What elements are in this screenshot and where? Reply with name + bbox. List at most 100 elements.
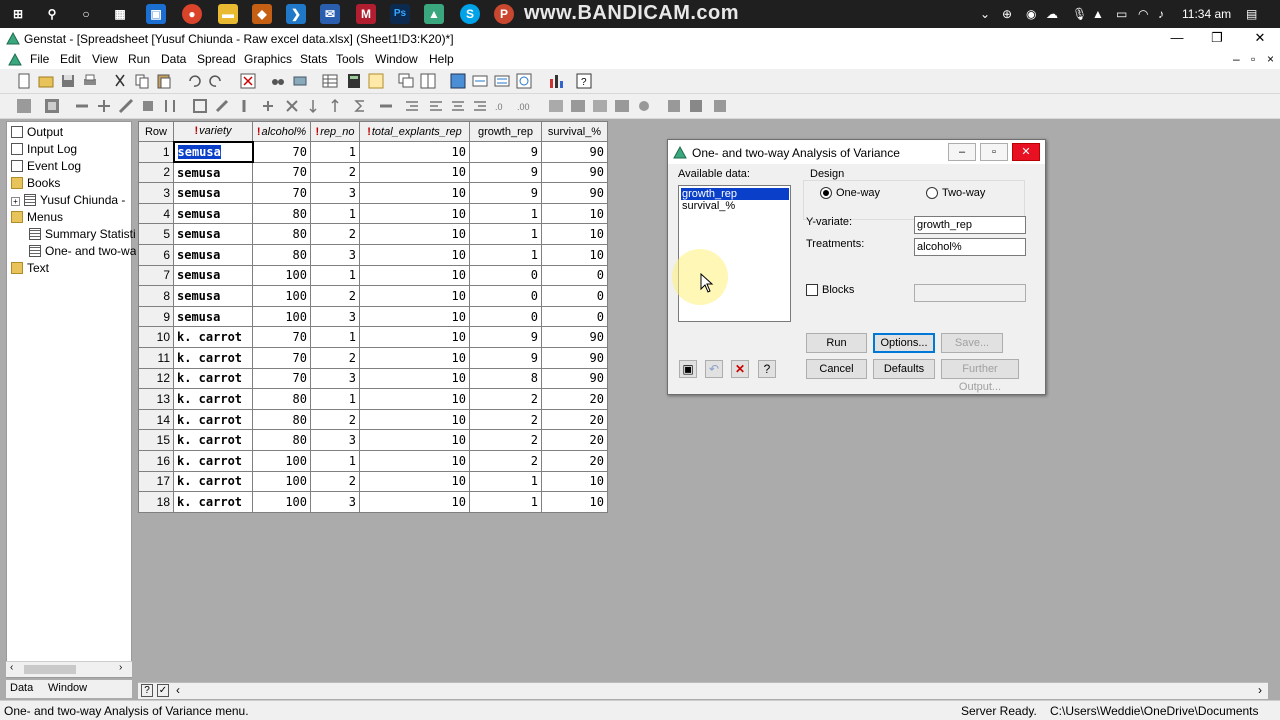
number-cell[interactable]: 1 [469,223,542,245]
number-cell[interactable]: 100 [252,449,311,472]
number-cell[interactable]: 80 [252,388,311,410]
skype-icon[interactable]: S [460,4,480,24]
number-cell[interactable]: 2 [310,470,360,493]
menu-view[interactable]: View [92,52,118,66]
minimize-button[interactable]: — [1162,30,1192,46]
variety-cell[interactable]: semusa [173,285,253,307]
tree-item-books[interactable]: Books [11,176,60,190]
number-cell[interactable]: 100 [252,491,311,513]
table-row[interactable]: 8 semusa 100 2 10 0 0 [138,285,608,307]
number-cell[interactable]: 10 [359,491,470,513]
menu-edit[interactable]: Edit [60,52,81,66]
sheet-convert-icon[interactable] [44,98,60,114]
table-row[interactable]: 16 k. carrot 100 1 10 2 20 [138,449,608,472]
menu-tools[interactable]: Tools [336,52,364,66]
column-header-survival[interactable]: survival_% [541,121,608,142]
number-cell[interactable]: 3 [310,367,360,390]
number-cell[interactable]: 10 [359,326,470,348]
table-row[interactable]: 2 semusa 70 2 10 9 90 [138,161,608,184]
battery-icon[interactable]: ▭ [1116,7,1127,21]
spreadsheet-grid[interactable]: Row !variety !alcohol% !rep_no !total_ex… [138,121,608,513]
grid-merge-icon[interactable] [592,98,608,114]
export-sheet-icon[interactable] [712,98,728,114]
row-number-cell[interactable]: 15 [138,429,174,451]
number-cell[interactable]: 70 [252,367,311,390]
variety-cell[interactable]: k. carrot [173,388,253,410]
number-cell[interactable]: 90 [541,182,608,204]
table-row[interactable]: 1 semusa 70 1 10 9 90 [138,140,608,164]
number-cell[interactable]: 90 [541,326,608,348]
number-cell[interactable]: 20 [541,388,608,410]
number-cell[interactable]: 2 [469,449,542,472]
twoway-label[interactable]: Two-way [942,187,985,199]
row-number-cell[interactable]: 4 [138,202,174,225]
navigation-scrollbar[interactable]: ‹ › [6,661,132,677]
tab-window[interactable]: Window [48,682,87,694]
number-cell[interactable]: 2 [310,161,360,184]
sheet-scroll-left-icon[interactable]: ‹ [176,683,180,697]
number-cell[interactable]: 10 [359,182,470,204]
tab-data[interactable]: Data [10,682,33,694]
store-icon[interactable]: ▣ [146,4,166,24]
column-header-variety[interactable]: !variety [173,121,253,142]
number-cell[interactable]: 0 [541,285,608,307]
file-explorer-icon[interactable]: ▬ [218,4,238,24]
maximize-button[interactable]: ❐ [1202,30,1232,46]
menu-graphics[interactable]: Graphics [244,52,292,66]
table-row[interactable]: 14 k. carrot 80 2 10 2 20 [138,408,608,431]
open-folder-icon[interactable] [38,73,54,89]
variety-cell[interactable]: semusa [173,305,253,328]
copy-sheet-icon[interactable] [666,98,682,114]
variety-cell[interactable]: k. carrot [173,449,253,472]
row-number-cell[interactable]: 13 [138,388,174,410]
yvariate-field[interactable]: growth_rep [914,216,1026,234]
calculator-icon[interactable] [346,73,362,89]
number-cell[interactable]: 1 [310,264,360,287]
number-cell[interactable]: 80 [252,408,311,431]
number-cell[interactable]: 9 [469,326,542,348]
wifi-icon[interactable]: ◠ [1138,7,1148,21]
number-cell[interactable]: 1 [310,202,360,225]
mdi-close-button[interactable]: × [1267,52,1274,66]
sort-descending-icon[interactable] [330,98,346,114]
table-row[interactable]: 15 k. carrot 80 3 10 2 20 [138,429,608,451]
window-cascade-icon[interactable] [398,73,414,89]
sort-ascending-icon[interactable] [308,98,324,114]
variety-cell[interactable]: semusa [173,264,253,287]
table-row[interactable]: 18 k. carrot 100 3 10 1 10 [138,491,608,513]
number-cell[interactable]: 10 [359,305,470,328]
genstat-menu-icon[interactable] [8,52,22,66]
row-number-cell[interactable]: 12 [138,367,174,390]
redo-icon[interactable] [208,73,224,89]
log-window-icon[interactable] [494,73,510,89]
number-cell[interactable]: 10 [359,202,470,225]
grid-insert-icon[interactable] [548,98,564,114]
edit-icon[interactable] [214,98,230,114]
copy-icon[interactable] [134,73,150,89]
table-row[interactable]: 9 semusa 100 3 10 0 0 [138,305,608,328]
grid-delete-icon[interactable] [570,98,586,114]
number-cell[interactable]: 0 [469,285,542,307]
app-icon-orange[interactable]: ◆ [252,4,272,24]
treatments-field[interactable]: alcohol% [914,238,1026,256]
drive-icon[interactable]: ▲ [1092,7,1104,21]
number-cell[interactable]: 20 [541,408,608,431]
number-cell[interactable]: 100 [252,264,311,287]
variety-cell[interactable]: k. carrot [173,326,253,348]
menu-data[interactable]: Data [161,52,186,66]
tray-app-icon[interactable]: ⊕ [1002,7,1012,21]
tree-item-input-log[interactable]: Input Log [11,142,77,156]
number-cell[interactable]: 1 [310,449,360,472]
scroll-left-icon[interactable]: ‹ [10,662,13,673]
find-icon[interactable] [270,73,286,89]
number-cell[interactable]: 90 [541,141,608,163]
variety-cell[interactable]: semusa [173,202,253,225]
number-cell[interactable]: 9 [469,141,542,163]
number-cell[interactable]: 100 [252,285,311,307]
row-number-cell[interactable]: 14 [138,408,174,431]
clock[interactable]: 11:34 am [1182,7,1231,21]
variety-cell[interactable]: k. carrot [173,429,253,451]
number-cell[interactable]: 70 [252,161,311,184]
align-right-icon[interactable] [472,98,488,114]
table-row[interactable]: 4 semusa 80 1 10 1 10 [138,202,608,225]
